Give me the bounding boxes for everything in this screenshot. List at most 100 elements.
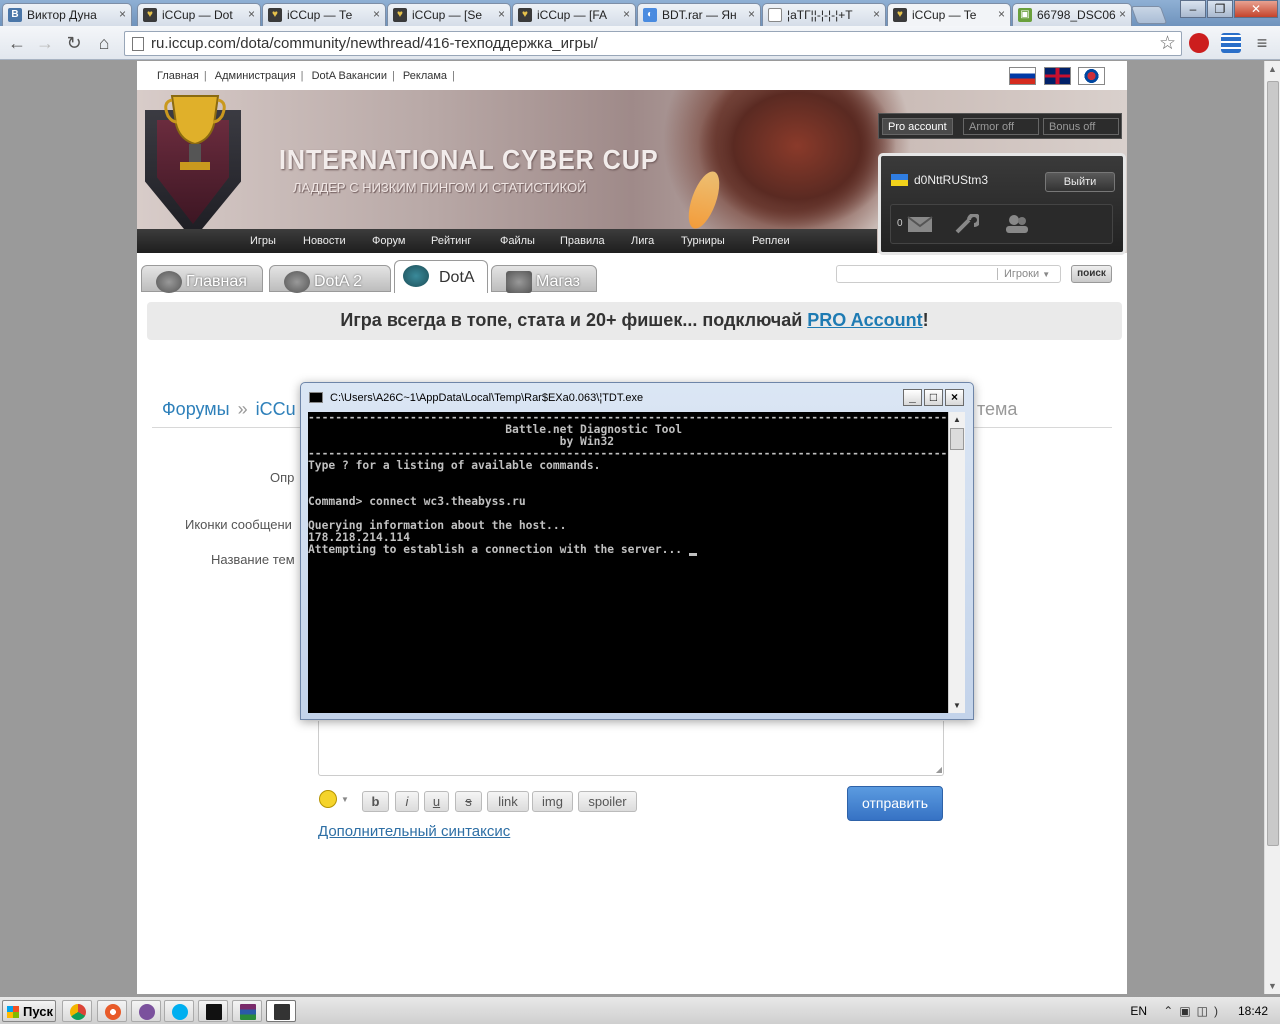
nav-files[interactable]: Файлы [500, 235, 535, 247]
topnav-ads[interactable]: Реклама [403, 70, 447, 82]
reload-icon[interactable]: ↻ [63, 33, 85, 53]
search-button[interactable]: поиск [1071, 265, 1112, 283]
console-window-icon[interactable] [266, 1000, 296, 1022]
close-icon[interactable]: × [248, 7, 255, 21]
armor-toggle[interactable]: Armor off [963, 118, 1039, 135]
syntax-help-link[interactable]: Дополнительный синтаксис [318, 823, 510, 840]
winrar-icon[interactable] [232, 1000, 262, 1022]
tab-shop[interactable]: Магаз [491, 265, 597, 293]
forward-icon[interactable]: → [34, 33, 56, 53]
new-tab-button[interactable] [1130, 6, 1168, 24]
tray-icons[interactable]: ⌃▣◫) [1163, 1004, 1224, 1018]
search-category-select[interactable]: Игроки ▼ [997, 268, 1050, 280]
nav-rating[interactable]: Рейтинг [431, 235, 471, 247]
tab-main[interactable]: Главная [141, 265, 263, 293]
browser-tab[interactable]: ♥ iCCup — Dot × [137, 3, 261, 26]
language-indicator[interactable]: EN [1130, 1004, 1147, 1018]
nav-games[interactable]: Игры [250, 235, 276, 247]
friends-icon[interactable] [1004, 214, 1030, 234]
orbit-icon[interactable] [97, 1000, 127, 1022]
scroll-down-icon[interactable]: ▼ [953, 701, 961, 710]
nav-tournaments[interactable]: Турниры [681, 235, 725, 247]
breadcrumb-forums[interactable]: Форумы [162, 399, 230, 419]
close-window-button[interactable]: ✕ [1234, 0, 1278, 18]
pro-account-link[interactable]: PRO Account [807, 310, 922, 330]
console-close-button[interactable]: × [945, 389, 964, 406]
chrome-icon[interactable] [62, 1000, 92, 1022]
browser-tab[interactable]: В Виктор Дуна × [2, 3, 132, 26]
terminal-icon[interactable] [198, 1000, 228, 1022]
img-button[interactable]: img [532, 791, 573, 812]
scroll-up-icon[interactable]: ▲ [1268, 64, 1277, 74]
topnav-vacancies[interactable]: DotA Вакансии [312, 70, 387, 82]
browser-tab[interactable]: ▣ 66798_DSC06 × [1012, 3, 1132, 26]
skype-icon[interactable] [164, 1000, 194, 1022]
address-bar[interactable]: ru.iccup.com/dota/community/newthread/41… [124, 31, 1182, 56]
close-icon[interactable]: × [498, 7, 505, 21]
browser-tab[interactable]: ♥ iCCup — Те × [262, 3, 386, 26]
nav-rules[interactable]: Правила [560, 235, 605, 247]
mail-icon[interactable] [907, 214, 933, 234]
smiley-icon[interactable] [319, 790, 337, 808]
close-icon[interactable]: × [873, 7, 880, 21]
russian-flag-icon[interactable] [1009, 67, 1037, 85]
nav-forum[interactable]: Форум [372, 235, 405, 247]
viber-icon[interactable] [131, 1000, 161, 1022]
bonus-toggle[interactable]: Bonus off [1043, 118, 1119, 135]
underline-button[interactable]: u [424, 791, 449, 812]
maximize-button[interactable]: ❐ [1207, 0, 1233, 18]
nav-replays[interactable]: Реплеи [752, 235, 790, 247]
close-icon[interactable]: × [623, 7, 630, 21]
wrench-icon[interactable] [953, 214, 979, 234]
menu-icon[interactable]: ≡ [1252, 33, 1272, 53]
tab-dota[interactable]: DotA [394, 260, 488, 293]
nav-league[interactable]: Лига [631, 235, 654, 247]
chevron-down-icon[interactable]: ▼ [341, 795, 349, 804]
close-icon[interactable]: × [748, 7, 755, 21]
console-scroll-thumb[interactable] [950, 428, 964, 450]
english-flag-icon[interactable] [1043, 67, 1071, 85]
browser-tab-active[interactable]: ♥ iCCup — Te × [887, 3, 1011, 26]
strike-button[interactable]: s [455, 791, 482, 812]
page-scrollbar[interactable]: ▲ ▼ [1264, 61, 1280, 994]
nav-news[interactable]: Новости [303, 235, 346, 247]
browser-tab[interactable]: ♥ iCCup — [Se × [387, 3, 511, 26]
browser-tab[interactable]: ¦аТГ¦¦-¦-¦-¦+Т × [762, 3, 886, 26]
scroll-up-icon[interactable]: ▲ [953, 415, 961, 424]
topnav-main[interactable]: Главная [157, 70, 199, 82]
username[interactable]: d0NttRUStm3 [914, 173, 988, 187]
scroll-thumb[interactable] [1267, 81, 1279, 846]
minimize-button[interactable]: – [1180, 0, 1206, 18]
console-minimize-button[interactable]: _ [903, 389, 922, 406]
browser-tab[interactable]: ♥ iCCup — [FA × [512, 3, 636, 26]
resize-handle[interactable]: ◢ [936, 765, 942, 774]
close-icon[interactable]: × [998, 7, 1005, 21]
topnav-administration[interactable]: Администрация [215, 70, 296, 82]
close-icon[interactable]: × [119, 7, 126, 21]
console-maximize-button[interactable]: □ [924, 389, 943, 406]
link-button[interactable]: link [487, 791, 529, 812]
send-button[interactable]: отправить [847, 786, 943, 821]
message-textarea[interactable]: ◢ [318, 721, 944, 776]
scroll-down-icon[interactable]: ▼ [1268, 981, 1277, 991]
spoiler-button[interactable]: spoiler [578, 791, 637, 812]
close-icon[interactable]: × [1119, 7, 1126, 21]
korean-flag-icon[interactable] [1078, 67, 1105, 85]
italic-button[interactable]: i [395, 791, 419, 812]
clock[interactable]: 18:42 [1238, 1004, 1268, 1018]
bookmark-star-icon[interactable]: ☆ [1159, 32, 1176, 55]
adblock-icon[interactable] [1189, 33, 1209, 53]
close-icon[interactable]: × [373, 7, 380, 21]
back-icon[interactable]: ← [6, 33, 28, 53]
pro-account-toggle[interactable]: Pro account [882, 118, 953, 135]
breadcrumb-iccup[interactable]: iCCu [256, 399, 296, 419]
search-input[interactable]: Игроки ▼ [836, 265, 1061, 283]
start-button[interactable]: Пуск [2, 1000, 56, 1022]
logout-button[interactable]: Выйти [1045, 172, 1115, 192]
browser-tab[interactable]: ◐ BDT.rar — Ян × [637, 3, 761, 26]
tab-dota2[interactable]: DotA 2 [269, 265, 391, 293]
console-output[interactable]: ----------------------------------------… [308, 412, 948, 713]
home-icon[interactable]: ⌂ [93, 33, 115, 53]
bold-button[interactable]: b [362, 791, 389, 812]
grid-extension-icon[interactable] [1221, 33, 1241, 53]
